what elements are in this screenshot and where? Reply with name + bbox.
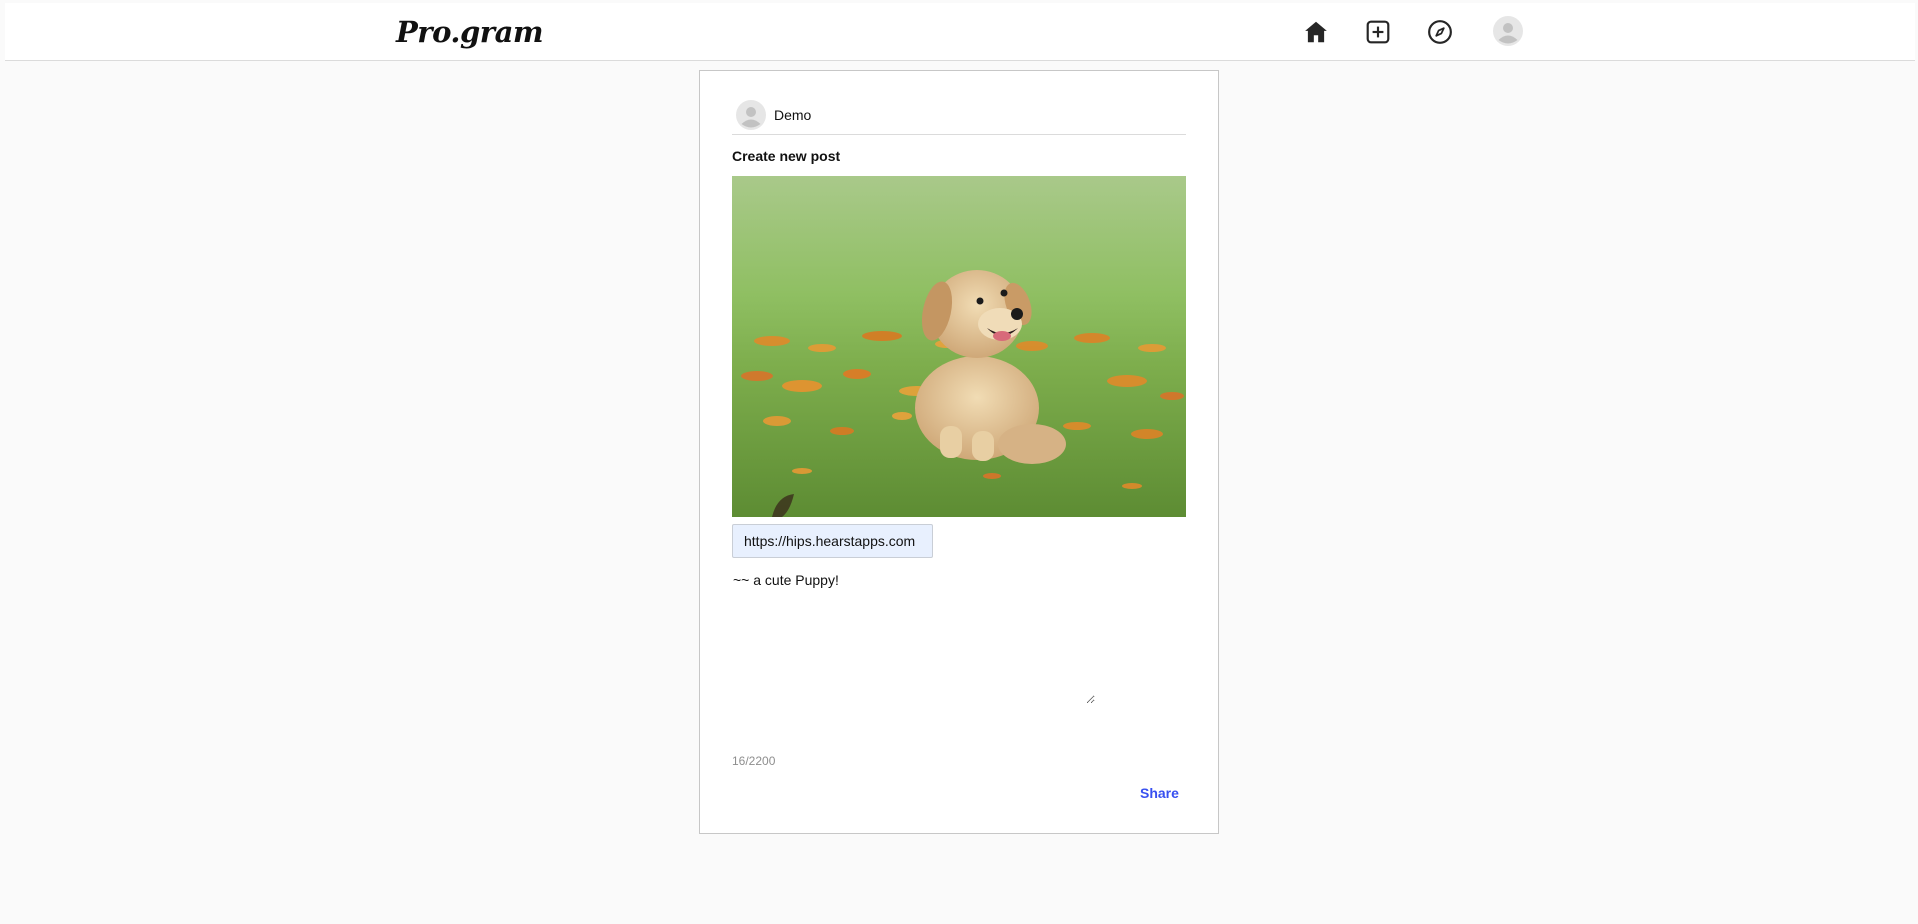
app-logo[interactable]: Pro.gram xyxy=(396,15,544,49)
new-post-icon[interactable] xyxy=(1363,17,1393,47)
character-counter: 16/2200 xyxy=(732,754,776,768)
create-post-card: Demo Create new post https://hips.hearst… xyxy=(699,70,1219,834)
image-url-input[interactable] xyxy=(732,524,933,558)
home-icon[interactable] xyxy=(1301,17,1331,47)
username[interactable]: Demo xyxy=(774,107,811,123)
user-avatar-icon[interactable] xyxy=(736,99,766,130)
post-author-header: Demo xyxy=(732,95,1186,135)
caption-textarea[interactable]: ~~ a cute Puppy! xyxy=(732,569,1095,704)
compass-icon[interactable] xyxy=(1425,17,1455,47)
share-button[interactable]: Share xyxy=(1140,785,1179,801)
profile-avatar-icon[interactable] xyxy=(1493,16,1523,46)
post-image-preview xyxy=(732,176,1186,517)
create-post-title: Create new post xyxy=(732,148,841,164)
top-navigation-bar: Pro.gram xyxy=(5,3,1915,61)
